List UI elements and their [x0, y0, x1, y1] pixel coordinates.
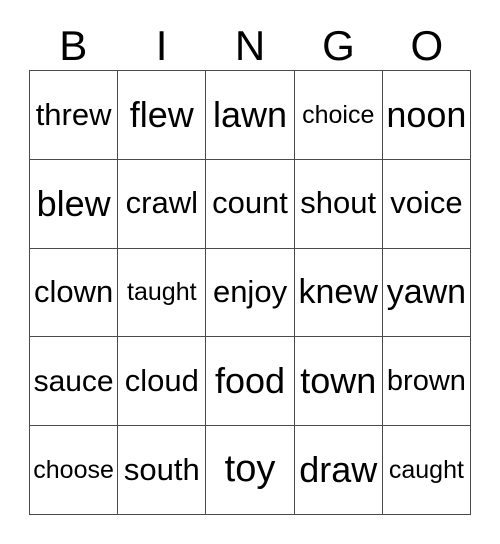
bingo-cell[interactable]: knew — [294, 248, 383, 338]
bingo-cell-label: brown — [386, 365, 466, 398]
bingo-header-letter-i: I — [155, 22, 168, 69]
bingo-card: B I N G O threw flew lawn choice noon bl… — [0, 0, 500, 544]
bingo-cell[interactable]: choice — [294, 71, 383, 160]
bingo-cell-label: food — [214, 360, 286, 402]
bingo-header-letter-n: N — [234, 22, 266, 69]
bingo-cell-label: taught — [127, 278, 197, 307]
bingo-cell-label: knew — [298, 272, 378, 311]
bingo-cell-label: enjoy — [212, 274, 288, 310]
bingo-cell-label: blew — [36, 182, 111, 224]
bingo-cell[interactable]: lawn — [206, 71, 295, 160]
bingo-cell[interactable]: town — [294, 337, 383, 427]
bingo-cell[interactable]: threw — [30, 71, 119, 160]
bingo-cell-label: flew — [129, 94, 194, 135]
bingo-cell-label: caught — [388, 455, 464, 484]
bingo-cell[interactable]: toy — [206, 426, 295, 515]
bingo-cell-label: clown — [33, 274, 114, 310]
bingo-cell-label: south — [123, 451, 200, 487]
bingo-cell-label: count — [212, 185, 288, 221]
bingo-cell[interactable]: sauce — [30, 337, 119, 427]
bingo-cell[interactable]: brown — [382, 337, 472, 427]
bingo-cell-label: crawl — [125, 185, 198, 221]
bingo-header-letter-g: G — [322, 22, 355, 69]
bingo-cell-label: sauce — [33, 364, 114, 398]
bingo-cell-label: cloud — [124, 363, 199, 399]
bingo-grid: threw flew lawn choice noon blew crawl c… — [29, 70, 472, 515]
bingo-cell[interactable]: voice — [382, 159, 472, 249]
bingo-cell[interactable]: flew — [118, 71, 207, 160]
bingo-cell[interactable]: shout — [294, 159, 383, 249]
bingo-header-letter-b: B — [59, 22, 88, 69]
bingo-cell[interactable]: choose — [30, 426, 119, 515]
bingo-cell-label: toy — [224, 448, 276, 491]
bingo-row: blew crawl count shout voice — [30, 159, 472, 249]
bingo-row: clown taught enjoy knew yawn — [30, 248, 472, 338]
bingo-cell[interactable]: south — [118, 426, 207, 515]
bingo-cell[interactable]: clown — [30, 248, 119, 338]
bingo-cell[interactable]: blew — [30, 159, 119, 249]
bingo-header-letter-o: O — [410, 22, 444, 69]
bingo-cell[interactable]: crawl — [118, 159, 207, 249]
bingo-cell[interactable]: draw — [294, 426, 383, 515]
bingo-cell[interactable]: noon — [382, 71, 472, 160]
bingo-cell-label: noon — [386, 94, 467, 135]
bingo-cell[interactable]: enjoy — [206, 248, 295, 338]
bingo-cell-label: shout — [300, 185, 377, 221]
bingo-cell-label: draw — [299, 449, 378, 491]
bingo-cell-label: voice — [390, 185, 463, 221]
bingo-cell[interactable]: count — [206, 159, 295, 249]
bingo-cell-label: choice — [302, 100, 375, 129]
bingo-row: choose south toy draw caught — [30, 426, 472, 515]
bingo-cell-label: yawn — [386, 272, 467, 311]
bingo-cell-label: town — [300, 360, 377, 402]
bingo-row: sauce cloud food town brown — [30, 337, 472, 427]
bingo-cell[interactable]: yawn — [382, 248, 472, 338]
bingo-cell[interactable]: food — [206, 337, 295, 427]
bingo-cell-label: threw — [35, 96, 112, 132]
bingo-cell[interactable]: cloud — [118, 337, 207, 427]
bingo-cell-label: lawn — [212, 94, 288, 135]
bingo-cell[interactable]: caught — [382, 426, 472, 515]
bingo-cell-label: choose — [33, 455, 114, 484]
bingo-row: threw flew lawn choice noon — [30, 71, 472, 160]
bingo-cell[interactable]: taught — [118, 248, 207, 338]
bingo-header-row: B I N G O — [29, 14, 471, 68]
